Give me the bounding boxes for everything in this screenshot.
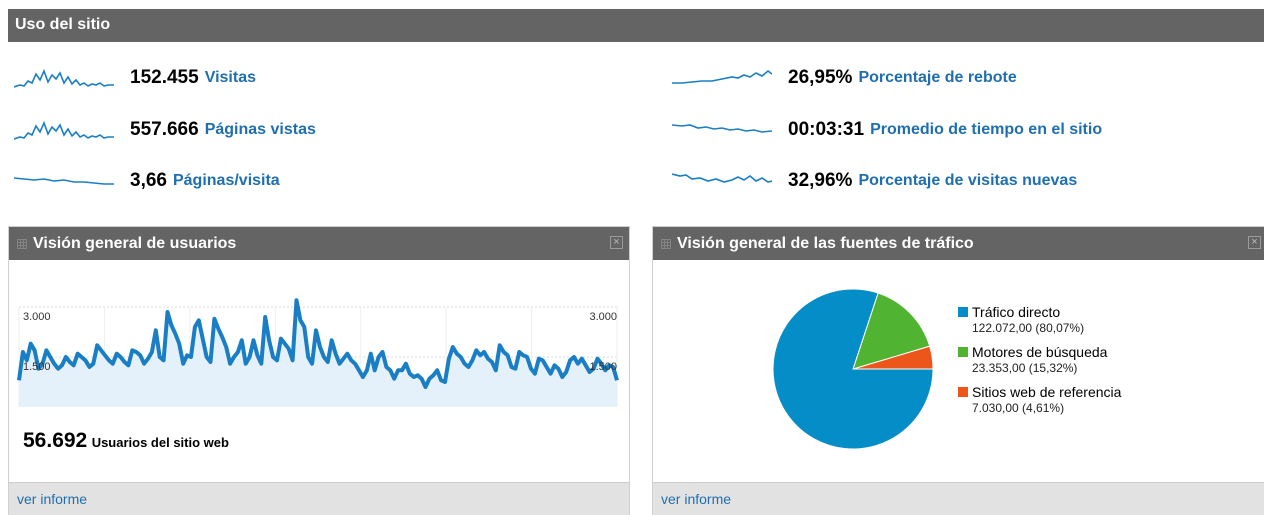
drag-grip-icon[interactable] bbox=[17, 238, 27, 249]
legend-swatch-referencia bbox=[958, 387, 968, 397]
users-panel-header[interactable]: Visión general de usuarios × bbox=[9, 227, 629, 260]
users-total-value: 56.692 bbox=[23, 429, 88, 452]
legend-item-motores[interactable]: Motores de búsqueda 23.353,00 (15,32%) bbox=[958, 344, 1121, 375]
rebote-sparkline bbox=[672, 69, 772, 84]
close-icon[interactable]: × bbox=[1248, 236, 1261, 249]
users-total-label: Usuarios del sitio web bbox=[91, 435, 229, 450]
users-total: 56.692 Usuarios del sitio web bbox=[23, 429, 229, 453]
tiempo-sparkline bbox=[672, 124, 772, 133]
metric-visitas[interactable]: 152.455 Visitas bbox=[14, 63, 256, 93]
nuevas-sparkline bbox=[672, 173, 772, 183]
pie-legend: Tráfico directo 122.072,00 (80,07%) Moto… bbox=[958, 304, 1121, 424]
axis-top-right: 3.000 bbox=[589, 311, 617, 323]
legend-name-directo: Tráfico directo bbox=[972, 304, 1061, 320]
traffic-sources-panel: Visión general de las fuentes de tráfico… bbox=[652, 226, 1264, 515]
traffic-panel-header[interactable]: Visión general de las fuentes de tráfico… bbox=[653, 227, 1264, 260]
legend-name-motores: Motores de búsqueda bbox=[972, 344, 1108, 360]
paginas-vistas-sparkline bbox=[14, 120, 114, 140]
site-usage-title: Uso del sitio bbox=[15, 16, 111, 33]
rebote-label[interactable]: Porcentaje de rebote bbox=[858, 69, 1016, 87]
metric-paginas-visita[interactable]: 3,66 Páginas/visita bbox=[14, 166, 280, 196]
axis-mid-right: 1.500 bbox=[589, 361, 617, 373]
site-usage-header: Uso del sitio bbox=[8, 9, 1264, 42]
traffic-ver-informe-link[interactable]: ver informe bbox=[661, 491, 731, 507]
legend-item-referencia[interactable]: Sitios web de referencia 7.030,00 (4,61%… bbox=[958, 384, 1121, 415]
axis-mid-left: 1.500 bbox=[23, 361, 51, 373]
drag-grip-icon[interactable] bbox=[661, 238, 671, 249]
visitas-sparkline bbox=[14, 68, 114, 88]
users-line-chart bbox=[17, 298, 619, 407]
tiempo-label[interactable]: Promedio de tiempo en el sitio bbox=[870, 121, 1102, 139]
paginas-vistas-value: 557.666 bbox=[130, 119, 199, 140]
traffic-panel-title: Visión general de las fuentes de tráfico bbox=[677, 234, 974, 252]
legend-value-referencia: 7.030,00 (4,61%) bbox=[972, 401, 1065, 415]
rebote-value: 26,95% bbox=[788, 67, 853, 88]
metric-tiempo[interactable]: 00:03:31 Promedio de tiempo en el sitio bbox=[672, 115, 1102, 145]
paginas-vistas-label[interactable]: Páginas vistas bbox=[205, 121, 316, 139]
metric-rebote[interactable]: 26,95% Porcentaje de rebote bbox=[672, 63, 1017, 93]
users-ver-informe-link[interactable]: ver informe bbox=[17, 491, 87, 507]
users-panel-footer: ver informe bbox=[9, 482, 629, 515]
legend-swatch-motores bbox=[958, 347, 968, 357]
legend-name-referencia: Sitios web de referencia bbox=[972, 384, 1122, 400]
legend-item-directo[interactable]: Tráfico directo 122.072,00 (80,07%) bbox=[958, 304, 1121, 335]
legend-value-directo: 122.072,00 (80,07%) bbox=[972, 321, 1085, 335]
traffic-panel-footer: ver informe bbox=[653, 482, 1264, 515]
nuevas-value: 32,96% bbox=[788, 170, 853, 191]
nuevas-label[interactable]: Porcentaje de visitas nuevas bbox=[858, 172, 1077, 190]
users-area bbox=[19, 300, 617, 407]
paginas-visita-value: 3,66 bbox=[130, 170, 167, 191]
metric-nuevas[interactable]: 32,96% Porcentaje de visitas nuevas bbox=[672, 166, 1077, 196]
traffic-pie-chart bbox=[772, 288, 934, 450]
legend-swatch-directo bbox=[958, 307, 968, 317]
axis-top-left: 3.000 bbox=[23, 311, 51, 323]
legend-value-motores: 23.353,00 (15,32%) bbox=[972, 361, 1078, 375]
metric-paginas-vistas[interactable]: 557.666 Páginas vistas bbox=[14, 115, 316, 145]
users-overview-panel: Visión general de usuarios × 3.000 3.000… bbox=[8, 226, 630, 515]
visitas-value: 152.455 bbox=[130, 67, 199, 88]
tiempo-value: 00:03:31 bbox=[788, 119, 865, 140]
visitas-label[interactable]: Visitas bbox=[205, 69, 256, 87]
paginas-visita-sparkline bbox=[14, 177, 114, 185]
close-icon[interactable]: × bbox=[610, 236, 623, 249]
paginas-visita-label[interactable]: Páginas/visita bbox=[173, 172, 280, 190]
users-panel-title: Visión general de usuarios bbox=[33, 234, 237, 252]
